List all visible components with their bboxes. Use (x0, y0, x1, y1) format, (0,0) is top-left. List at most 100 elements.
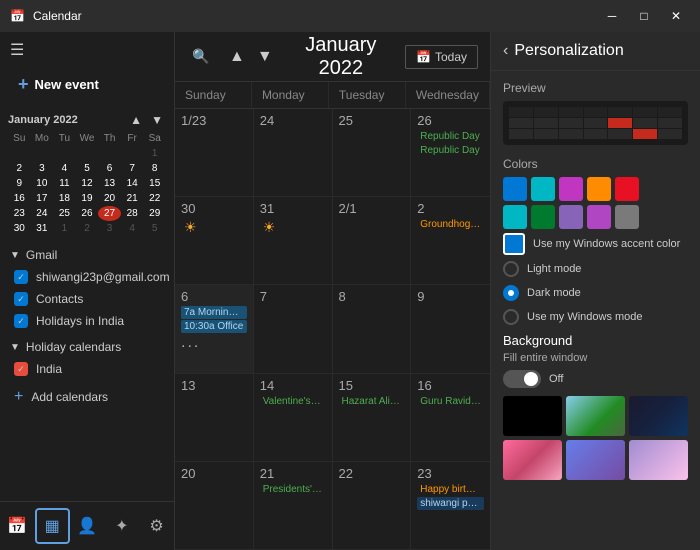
cal-cell-feb2[interactable]: 2 Groundhog Day (411, 197, 490, 284)
cal-cell-jan24[interactable]: 24 (254, 109, 333, 196)
mini-cell[interactable]: 2 (8, 161, 31, 176)
mini-cell[interactable]: 20 (98, 191, 121, 206)
bg-thumb-landscape[interactable] (566, 396, 625, 436)
mini-cell[interactable]: 2 (76, 221, 99, 236)
sidebar-item-holidays-india[interactable]: ✓ Holidays in India (0, 310, 174, 332)
cal-cell-feb20[interactable]: 20 (175, 462, 254, 549)
mini-prev-button[interactable]: ▲ (127, 113, 145, 127)
mini-cell[interactable]: 30 (8, 221, 31, 236)
cal-cell-feb6[interactable]: 6 7a Morning W... 10:30a Office ... (175, 285, 254, 372)
search-icon[interactable]: 🔍 (187, 43, 215, 71)
color-purple[interactable] (559, 205, 583, 229)
office-event[interactable]: 10:30a Office (181, 320, 247, 333)
cal-cell-jan23[interactable]: 1/23 (175, 109, 254, 196)
minimize-button[interactable]: ─ (598, 6, 626, 26)
color-teal2[interactable] (503, 205, 527, 229)
mini-cell[interactable] (31, 146, 54, 161)
bg-thumb-blur[interactable] (629, 440, 688, 480)
new-event-button[interactable]: + New event (10, 68, 164, 101)
contacts-checkbox[interactable]: ✓ (14, 292, 28, 306)
mini-cell[interactable]: 21 (121, 191, 144, 206)
morning-event[interactable]: 7a Morning W... (181, 306, 247, 319)
mini-cell[interactable] (121, 146, 144, 161)
hazarat-event[interactable]: Hazarat Ali's Bi (339, 395, 405, 408)
fill-window-toggle[interactable] (503, 370, 541, 388)
bottom-link-icon[interactable]: ✦ (104, 508, 139, 544)
cal-cell-feb13[interactable]: 13 (175, 374, 254, 461)
mini-cell[interactable]: 24 (31, 206, 54, 221)
windows-mode-radio[interactable] (503, 309, 519, 325)
bg-thumb-black[interactable] (503, 396, 562, 436)
mini-cell[interactable]: 1 (143, 146, 166, 161)
republic-day-event-2[interactable]: Republic Day (417, 144, 484, 157)
mini-cell[interactable]: 3 (31, 161, 54, 176)
color-orange[interactable] (587, 177, 611, 201)
gmail-section-header[interactable]: ▼ Gmail (0, 244, 174, 266)
mini-cell[interactable]: 9 (8, 176, 31, 191)
cal-cell-jan25[interactable]: 25 (333, 109, 412, 196)
mini-cell[interactable]: 13 (98, 176, 121, 191)
color-violet[interactable] (587, 205, 611, 229)
mini-cell[interactable]: 1 (53, 221, 76, 236)
sidebar-item-india[interactable]: ✓ India (0, 358, 174, 380)
color-red[interactable] (615, 177, 639, 201)
color-pink[interactable] (559, 177, 583, 201)
color-gray[interactable] (615, 205, 639, 229)
cal-cell-jan30[interactable]: 30 ☀ (175, 197, 254, 284)
presidents-day-event[interactable]: Presidents' Day (260, 483, 326, 496)
mini-cell[interactable]: 4 (121, 221, 144, 236)
mini-cell[interactable] (98, 146, 121, 161)
maximize-button[interactable]: □ (630, 6, 658, 26)
accent-color-swatch[interactable] (503, 233, 525, 255)
mini-today-cell[interactable]: 27 (98, 206, 121, 221)
mini-cell[interactable] (53, 146, 76, 161)
bg-thumb-abstract1[interactable] (629, 396, 688, 436)
mini-cell[interactable]: 26 (76, 206, 99, 221)
cal-cell-feb9[interactable]: 9 (411, 285, 490, 372)
mini-cell[interactable]: 19 (76, 191, 99, 206)
guru-event[interactable]: Guru Ravidas J... (417, 395, 484, 408)
dark-mode-radio[interactable] (503, 285, 519, 301)
panel-back-button[interactable]: ‹ (503, 42, 508, 60)
cal-next-button[interactable]: ▼ (253, 44, 277, 70)
mini-cell[interactable]: 5 (76, 161, 99, 176)
add-calendars-item[interactable]: + Add calendars (0, 384, 174, 410)
holidays-india-checkbox[interactable]: ✓ (14, 314, 28, 328)
mini-cell[interactable]: 25 (53, 206, 76, 221)
more-events-dots[interactable]: ... (181, 334, 247, 352)
mini-cell[interactable]: 4 (53, 161, 76, 176)
hamburger-icon[interactable]: ☰ (10, 40, 164, 60)
mini-cell[interactable]: 31 (31, 221, 54, 236)
mini-next-button[interactable]: ▼ (148, 113, 166, 127)
cal-cell-jan31[interactable]: 31 ☀ (254, 197, 333, 284)
mini-cell[interactable]: 28 (121, 206, 144, 221)
cal-cell-feb16[interactable]: 16 Guru Ravidas J... (411, 374, 490, 461)
close-button[interactable]: ✕ (662, 6, 690, 26)
sidebar-item-contacts[interactable]: ✓ Contacts (0, 288, 174, 310)
mini-cell[interactable]: 3 (98, 221, 121, 236)
bg-thumb-pink[interactable] (503, 440, 562, 480)
mini-cell[interactable]: 14 (121, 176, 144, 191)
bottom-grid-icon[interactable]: ▦ (35, 508, 70, 544)
windows-mode-option[interactable]: Use my Windows mode (503, 309, 688, 325)
dark-mode-option[interactable]: Dark mode (503, 285, 688, 301)
mini-cell[interactable]: 23 (8, 206, 31, 221)
mini-cell[interactable]: 8 (143, 161, 166, 176)
cal-cell-feb15[interactable]: 15 Hazarat Ali's Bi (333, 374, 412, 461)
color-blue[interactable] (503, 177, 527, 201)
shiwangi-event[interactable]: shiwangi pesw... (417, 497, 484, 510)
mini-cell[interactable]: 6 (98, 161, 121, 176)
republic-day-event-1[interactable]: Republic Day (417, 130, 484, 143)
mini-cell[interactable]: 5 (143, 221, 166, 236)
mini-cell[interactable]: 16 (8, 191, 31, 206)
bg-thumb-mountain[interactable] (566, 440, 625, 480)
mini-cell[interactable]: 18 (53, 191, 76, 206)
mini-cell[interactable]: 29 (143, 206, 166, 221)
mini-cell[interactable]: 10 (31, 176, 54, 191)
light-mode-radio[interactable] (503, 261, 519, 277)
cal-cell-feb14[interactable]: 14 Valentine's Day (254, 374, 333, 461)
mini-cell[interactable] (76, 146, 99, 161)
mini-cell[interactable]: 12 (76, 176, 99, 191)
bottom-calendar-icon[interactable]: 📅 (0, 508, 35, 544)
today-button[interactable]: 📅 Today (405, 45, 478, 69)
